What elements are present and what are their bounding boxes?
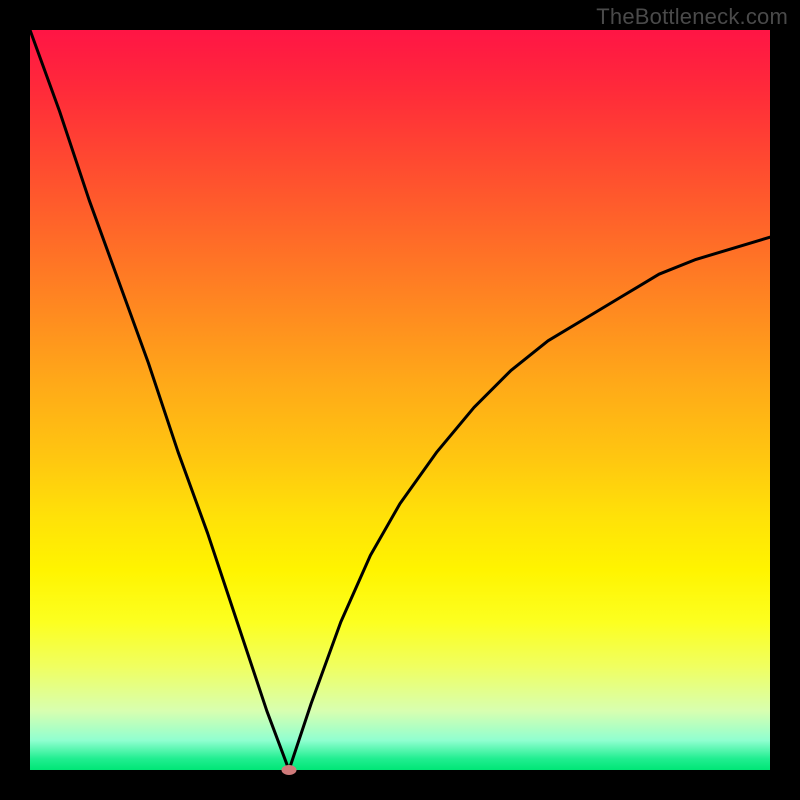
bottleneck-curve-path [30,30,770,770]
minimum-marker [282,765,297,775]
watermark-text: TheBottleneck.com [596,4,788,30]
chart-frame: TheBottleneck.com [0,0,800,800]
curve-svg [30,30,770,770]
plot-area [30,30,770,770]
